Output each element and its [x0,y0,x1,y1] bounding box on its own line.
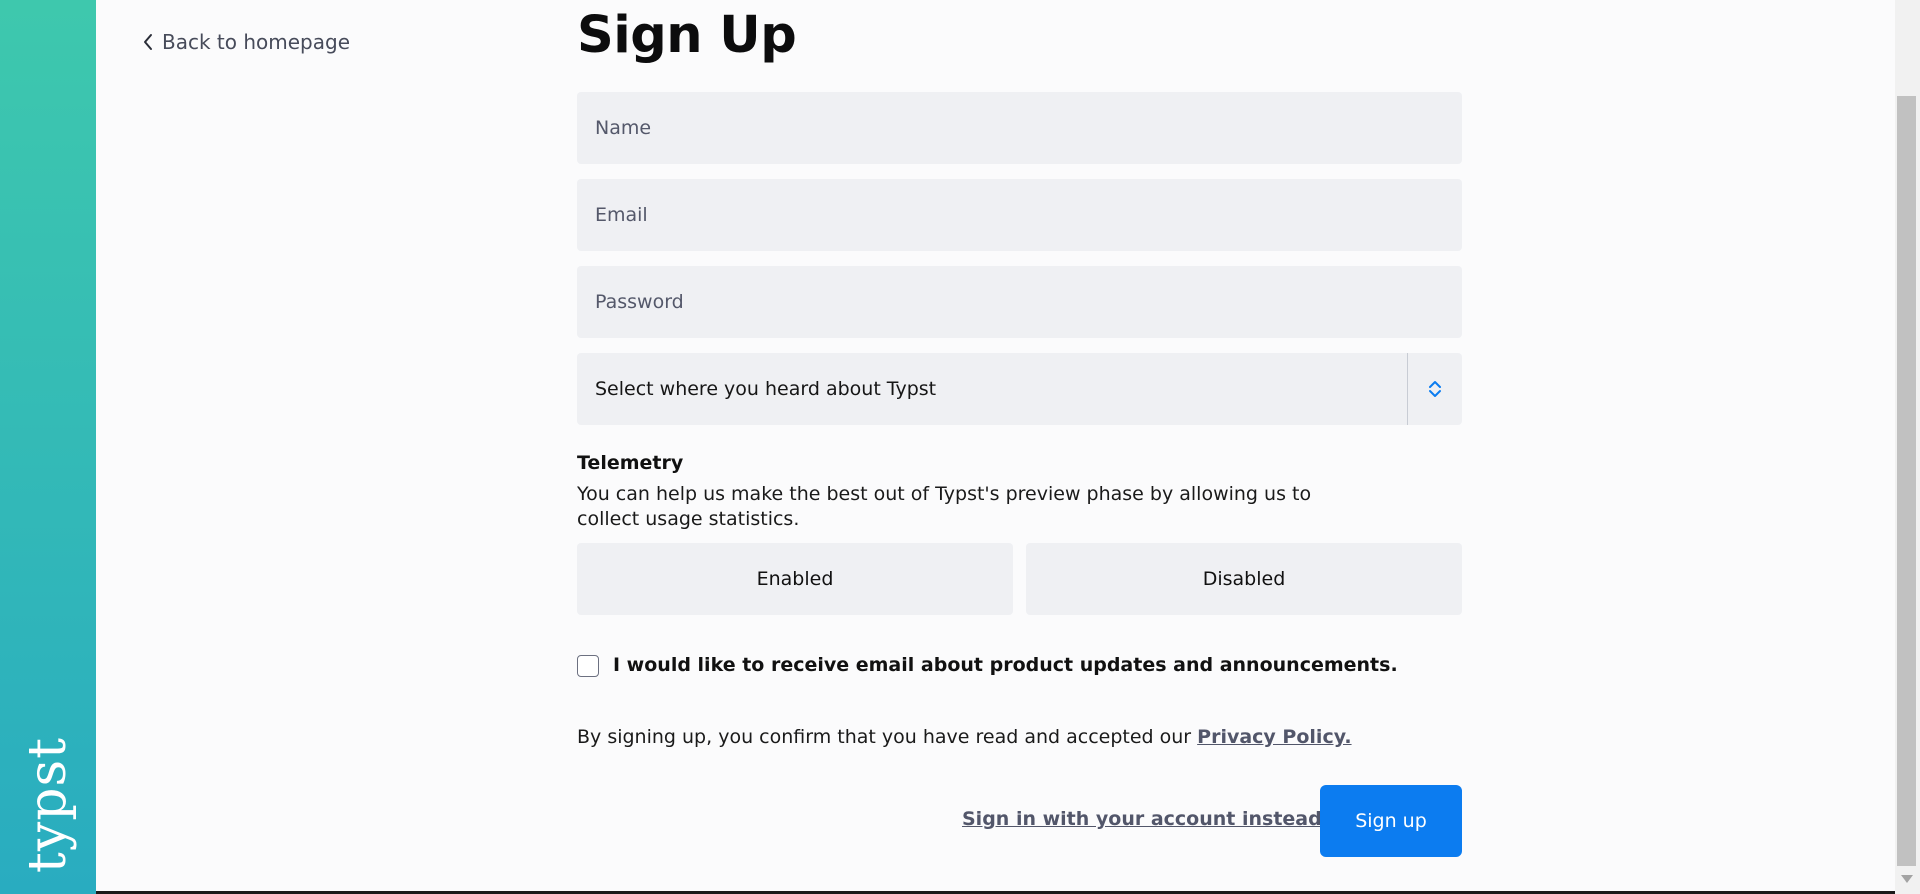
telemetry-description: You can help us make the best out of Typ… [577,483,1312,530]
scroll-down-arrow-icon[interactable] [1901,875,1913,883]
scrollbar-thumb[interactable] [1897,96,1916,866]
newsletter-checkbox[interactable] [577,655,599,677]
page-title: Sign Up [577,6,797,65]
telemetry-disabled-button[interactable]: Disabled [1026,543,1462,615]
vertical-scrollbar[interactable] [1895,0,1920,894]
back-link-label: Back to homepage [162,30,350,54]
brand-sidebar: typst [0,0,96,894]
typst-logo[interactable]: typst [13,735,83,875]
password-input[interactable] [577,266,1462,338]
chevron-left-icon [144,34,152,50]
sign-in-instead-link[interactable]: Sign in with your account instead [962,808,1322,830]
referral-source-select[interactable]: Select where you heard about Typst [577,353,1462,425]
newsletter-label[interactable]: I would like to receive email about prod… [613,654,1398,676]
privacy-policy-link[interactable]: Privacy Policy. [1197,726,1351,748]
consent-sentence: By signing up, you confirm that you have… [577,726,1198,748]
back-to-homepage-link[interactable]: Back to homepage [142,28,350,56]
telemetry-heading: Telemetry [577,452,684,474]
sign-up-button[interactable]: Sign up [1320,785,1462,857]
referral-select-label: Select where you heard about Typst [595,378,937,400]
telemetry-enabled-button[interactable]: Enabled [577,543,1013,615]
consent-text: By signing up, you confirm that you have… [577,726,1352,748]
name-input[interactable] [577,92,1462,164]
email-input[interactable] [577,179,1462,251]
select-updown-icon [1407,353,1462,425]
